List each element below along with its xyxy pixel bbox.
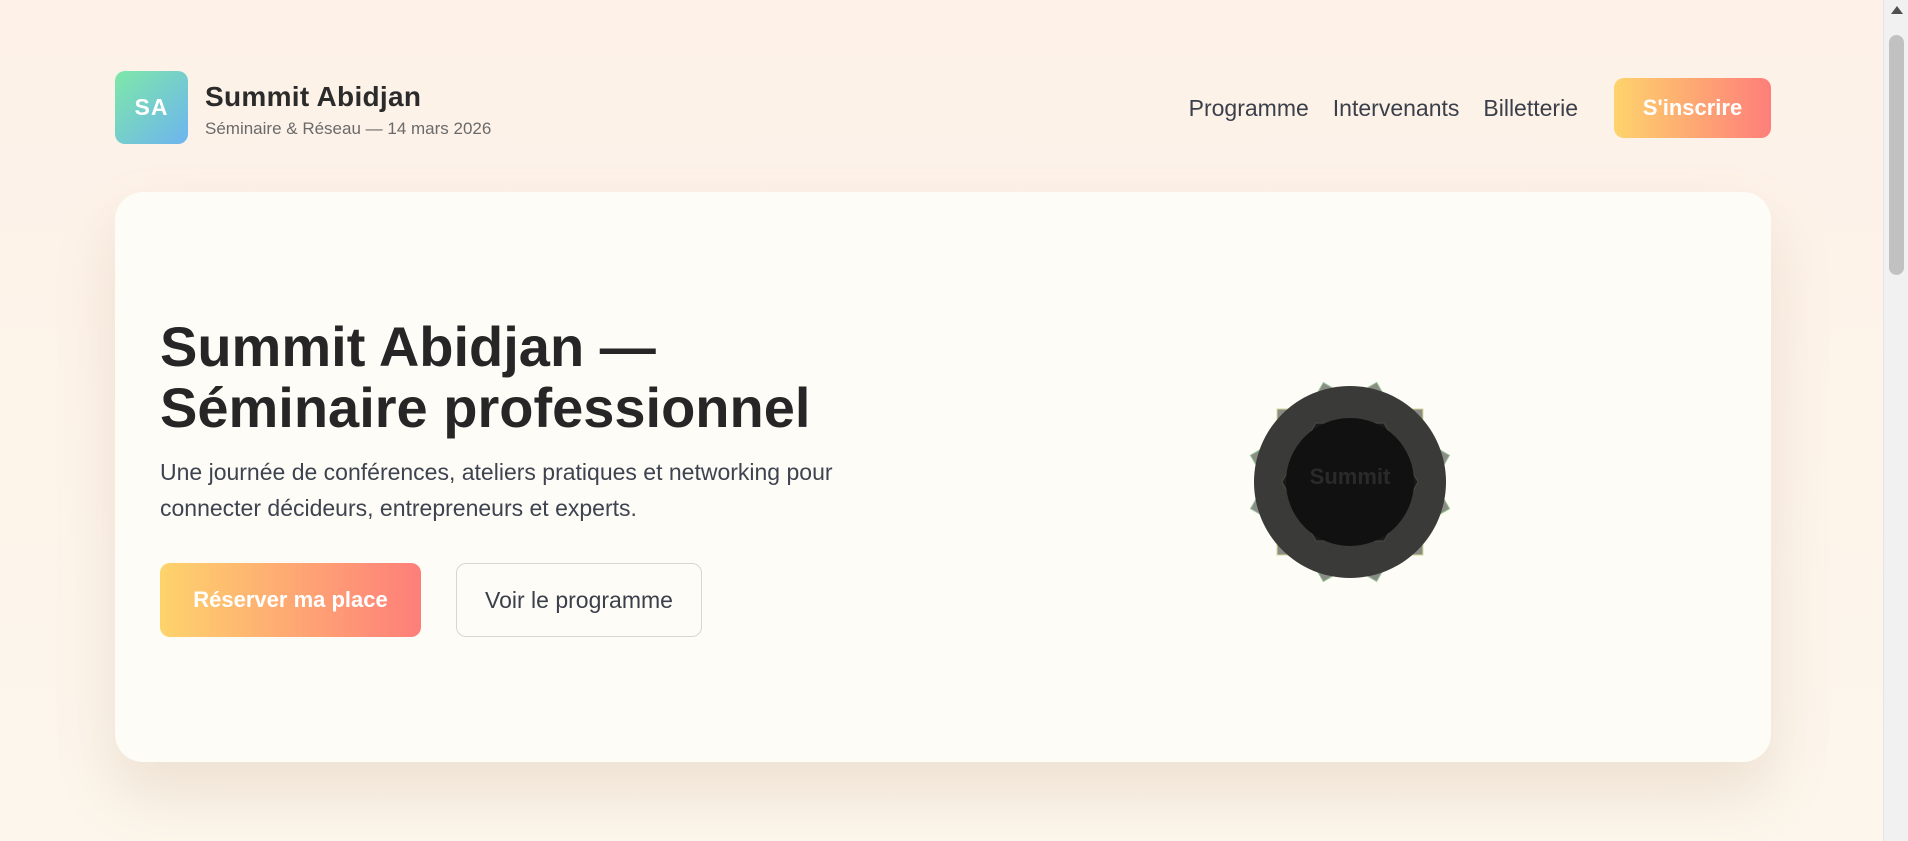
star-seal-icon: [1249, 381, 1451, 583]
scroll-thumb[interactable]: [1889, 35, 1904, 275]
page: SA Summit Abidjan Séminaire & Réseau — 1…: [0, 0, 1883, 841]
nav-item-programme[interactable]: Programme: [1189, 95, 1309, 122]
scroll-up-icon[interactable]: [1891, 6, 1903, 14]
hero-title: Summit Abidjan — Séminaire professionnel: [160, 316, 810, 438]
hero-title-line-1: Summit Abidjan —: [160, 315, 656, 378]
hero-card: Summit Abidjan — Séminaire professionnel…: [115, 192, 1771, 762]
nav-item-intervenants[interactable]: Intervenants: [1333, 95, 1460, 122]
brand-name: Summit Abidjan: [205, 81, 422, 112]
register-button[interactable]: S'inscrire: [1614, 78, 1771, 138]
hero-title-line-2: Séminaire professionnel: [160, 376, 811, 439]
nav-item-billetterie[interactable]: Billetterie: [1483, 95, 1578, 122]
main-nav: Programme Intervenants Billetterie S'ins…: [1189, 78, 1771, 138]
site-header: SA Summit Abidjan Séminaire & Réseau — 1…: [115, 71, 1771, 145]
logo[interactable]: SA: [115, 71, 188, 144]
view-program-button[interactable]: Voir le programme: [456, 563, 702, 637]
hero-description: Une journée de conférences, ateliers pra…: [160, 459, 833, 521]
reserve-button[interactable]: Réserver ma place: [160, 563, 421, 637]
vertical-scrollbar[interactable]: [1883, 0, 1908, 841]
brand-subtitle: Séminaire & Réseau — 14 mars 2026: [205, 119, 492, 138]
